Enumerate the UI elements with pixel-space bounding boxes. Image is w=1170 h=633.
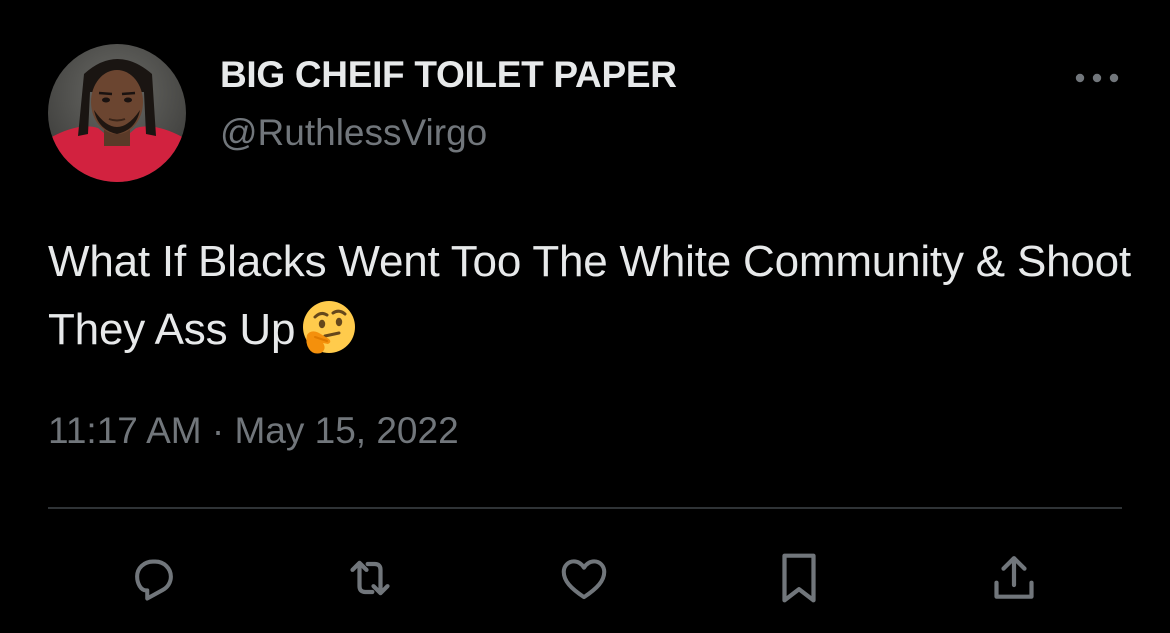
share-icon (994, 556, 1034, 599)
retweet-icon (350, 560, 390, 596)
more-options-button[interactable] (1066, 60, 1128, 96)
tweet-timestamp[interactable]: 11:17 AM · May 15, 2022 (48, 410, 459, 452)
more-options-icon (1075, 73, 1119, 83)
share-button[interactable] (986, 550, 1042, 606)
thinking-face-icon (301, 299, 357, 375)
user-handle[interactable]: @RuthlessVirgo (220, 112, 487, 154)
display-name[interactable]: BIG CHEIF TOILET PAPER (220, 54, 677, 96)
tweet-body: What If Blacks Went Too The White Commun… (48, 237, 1131, 354)
like-icon (561, 559, 607, 600)
avatar[interactable] (48, 44, 186, 182)
divider (48, 507, 1122, 509)
reply-button[interactable] (126, 550, 182, 606)
reply-icon (135, 559, 173, 601)
bookmark-button[interactable] (771, 550, 827, 606)
bookmark-icon (782, 553, 816, 603)
like-button[interactable] (556, 550, 612, 606)
tweet-text: What If Blacks Went Too The White Commun… (48, 228, 1138, 375)
retweet-button[interactable] (342, 550, 398, 606)
